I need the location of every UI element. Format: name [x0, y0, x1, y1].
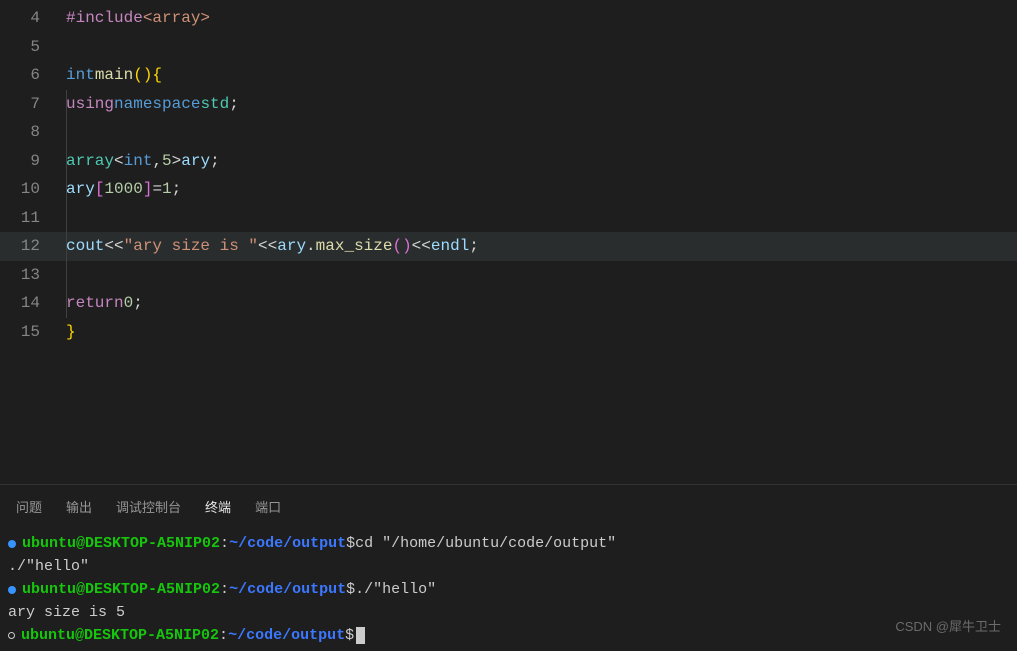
code-line[interactable]: 8 [0, 118, 1017, 147]
variable: ary [277, 232, 306, 261]
line-number: 10 [0, 175, 66, 204]
line-number: 5 [0, 33, 66, 62]
variable: ary [181, 147, 210, 176]
operator: << [104, 232, 123, 261]
terminal-line: ./"hello" [8, 555, 1009, 578]
identifier: cout [66, 232, 104, 261]
prompt-dot-icon [8, 632, 15, 639]
colon: : [219, 624, 228, 647]
terminal-user: ubuntu@DESKTOP-A5NIP02 [22, 578, 220, 601]
code-line[interactable]: 7 using namespace std; [0, 90, 1017, 119]
code-editor[interactable]: 4 #include <array> 5 6 int main() { 7 us… [0, 0, 1017, 346]
line-number: 7 [0, 90, 66, 119]
colon: : [220, 578, 229, 601]
operator: << [412, 232, 431, 261]
function-name: main [95, 61, 133, 90]
line-number: 13 [0, 261, 66, 290]
watermark: CSDN @犀牛卫士 [895, 616, 1001, 635]
terminal-line: ubuntu@DESKTOP-A5NIP02:~/code/output$ cd… [8, 532, 1009, 555]
code-line[interactable]: 6 int main() { [0, 61, 1017, 90]
type: array [66, 147, 114, 176]
preprocessor: #include [66, 4, 143, 33]
bracket: [ [95, 175, 105, 204]
bracket: ] [143, 175, 153, 204]
terminal-command: ./"hello" [355, 578, 436, 601]
panel-tabs: 问题 输出 调试控制台 终端 端口 [0, 484, 1017, 522]
number: 1000 [104, 175, 142, 204]
terminal-path: ~/code/output [229, 578, 346, 601]
variable: ary [66, 175, 95, 204]
code-line[interactable]: 9 array<int, 5> ary; [0, 147, 1017, 176]
prompt-dot-icon [8, 540, 16, 548]
terminal-panel[interactable]: ubuntu@DESKTOP-A5NIP02:~/code/output$ cd… [0, 522, 1017, 651]
number: 0 [124, 289, 134, 318]
operator: = [152, 175, 162, 204]
colon: : [220, 532, 229, 555]
terminal-output: ary size is 5 [8, 601, 125, 624]
semicolon: ; [229, 90, 239, 119]
terminal-user: ubuntu@DESKTOP-A5NIP02 [22, 532, 220, 555]
code-line[interactable]: 4 #include <array> [0, 4, 1017, 33]
namespace: std [200, 90, 229, 119]
method: max_size [316, 232, 393, 261]
semicolon: ; [133, 289, 143, 318]
angle: > [172, 147, 182, 176]
number: 1 [162, 175, 172, 204]
editor-empty-space[interactable] [0, 346, 1017, 484]
terminal-path: ~/code/output [229, 532, 346, 555]
number: 5 [162, 147, 172, 176]
keyword: return [66, 289, 124, 318]
line-number: 9 [0, 147, 66, 176]
code-line[interactable]: 14 return 0; [0, 289, 1017, 318]
brace: } [66, 318, 76, 347]
dollar: $ [346, 532, 355, 555]
terminal-line: ubuntu@DESKTOP-A5NIP02:~/code/output$ [8, 624, 1009, 647]
tab-terminal[interactable]: 终端 [205, 493, 231, 525]
dot: . [306, 232, 316, 261]
tab-output[interactable]: 输出 [66, 493, 92, 524]
include-path: <array> [143, 4, 210, 33]
code-line-active[interactable]: 12 cout << "ary size is " << ary.max_siz… [0, 232, 1017, 261]
semicolon: ; [469, 232, 479, 261]
terminal-line: ubuntu@DESKTOP-A5NIP02:~/code/output$ ./… [8, 578, 1009, 601]
type: int [124, 147, 153, 176]
line-number: 6 [0, 61, 66, 90]
parens: () [392, 232, 411, 261]
code-line[interactable]: 15 } [0, 318, 1017, 347]
parens: () [133, 61, 152, 90]
keyword: using [66, 90, 114, 119]
terminal-cursor[interactable] [356, 627, 365, 644]
semicolon: ; [210, 147, 220, 176]
tab-debug-console[interactable]: 调试控制台 [116, 493, 181, 524]
terminal-line: ary size is 5 [8, 601, 1009, 624]
code-line[interactable]: 5 [0, 33, 1017, 62]
code-line[interactable]: 13 [0, 261, 1017, 290]
dollar: $ [346, 578, 355, 601]
keyword: namespace [114, 90, 200, 119]
semicolon: ; [172, 175, 182, 204]
terminal-user: ubuntu@DESKTOP-A5NIP02 [21, 624, 219, 647]
comma: , [152, 147, 162, 176]
keyword: int [66, 61, 95, 90]
code-line[interactable]: 10 ary[1000] = 1; [0, 175, 1017, 204]
code-line[interactable]: 11 [0, 204, 1017, 233]
line-number: 15 [0, 318, 66, 347]
terminal-output: ./"hello" [8, 555, 89, 578]
line-number: 14 [0, 289, 66, 318]
angle: < [114, 147, 124, 176]
tab-problems[interactable]: 问题 [16, 493, 42, 524]
line-number: 8 [0, 118, 66, 147]
line-number: 4 [0, 4, 66, 33]
line-number: 11 [0, 204, 66, 233]
prompt-dot-icon [8, 586, 16, 594]
terminal-path: ~/code/output [228, 624, 345, 647]
terminal-command: cd "/home/ubuntu/code/output" [355, 532, 616, 555]
identifier: endl [431, 232, 469, 261]
dollar: $ [345, 624, 354, 647]
operator: << [258, 232, 277, 261]
brace: { [152, 61, 162, 90]
tab-ports[interactable]: 端口 [255, 493, 281, 524]
string: "ary size is " [124, 232, 258, 261]
line-number: 12 [0, 232, 66, 261]
